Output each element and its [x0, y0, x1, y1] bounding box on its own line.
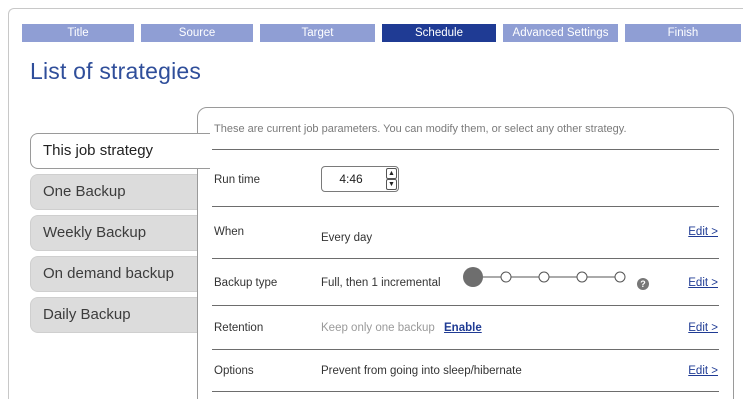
incremental-node [614, 271, 626, 283]
page-title: List of strategies [30, 58, 202, 84]
step-source-label: Source [178, 27, 216, 39]
divider [212, 258, 719, 259]
panel-intro-text: These are current job parameters. You ca… [214, 123, 627, 135]
wizard-steps: Title Source Target Schedule Advanced Se… [22, 24, 741, 42]
retention-value: Keep only one backup Enable [321, 322, 482, 334]
incremental-node [500, 271, 512, 283]
divider [212, 349, 719, 350]
strategy-on-demand-backup[interactable]: On demand backup [30, 256, 202, 292]
backup-type-label: Backup type [214, 277, 278, 289]
step-title-label: Title [67, 27, 89, 39]
help-icon[interactable]: ? [637, 278, 649, 290]
when-label: When [214, 226, 245, 238]
options-edit-link[interactable]: Edit > [688, 365, 718, 377]
step-finish-label: Finish [667, 27, 699, 39]
step-target-label: Target [301, 27, 334, 39]
options-label: Options [214, 365, 254, 377]
divider [212, 391, 719, 392]
step-finish[interactable]: Finish [625, 24, 741, 42]
when-edit-link[interactable]: Edit > [688, 226, 718, 238]
retention-enable-link[interactable]: Enable [444, 322, 482, 334]
step-advanced-settings-label: Advanced Settings [512, 27, 609, 39]
spin-down-button[interactable]: ▼ [386, 179, 397, 190]
backup-type-edit-link[interactable]: Edit > [688, 277, 718, 289]
backup-type-value: Full, then 1 incremental [321, 277, 441, 289]
incremental-node [576, 271, 588, 283]
run-time-value[interactable]: 4:46 [336, 172, 366, 186]
divider [212, 305, 719, 306]
step-schedule-label: Schedule [415, 27, 463, 39]
retention-text: Keep only one backup [321, 322, 435, 334]
incremental-node [538, 271, 550, 283]
step-title[interactable]: Title [22, 24, 134, 42]
options-value: Prevent from going into sleep/hibernate [321, 365, 522, 377]
strategy-daily-backup[interactable]: Daily Backup [30, 297, 202, 333]
strategy-details-panel: These are current job parameters. You ca… [197, 107, 734, 399]
spin-up-button[interactable]: ▲ [386, 168, 397, 179]
strategy-one-backup[interactable]: One Backup [30, 174, 202, 210]
run-time-label: Run time [214, 174, 261, 186]
full-backup-node [463, 267, 483, 287]
strategy-weekly-backup[interactable]: Weekly Backup [30, 215, 202, 251]
step-schedule[interactable]: Schedule [382, 24, 496, 42]
backup-chain-diagram [463, 267, 626, 287]
step-source[interactable]: Source [141, 24, 253, 42]
step-advanced-settings[interactable]: Advanced Settings [503, 24, 618, 42]
run-time-spinner[interactable]: 4:46 ▲ ▼ [321, 166, 399, 192]
retention-edit-link[interactable]: Edit > [688, 322, 718, 334]
retention-label: Retention [214, 322, 264, 334]
divider [212, 206, 719, 207]
when-value: Every day [321, 232, 373, 244]
step-target[interactable]: Target [260, 24, 375, 42]
strategy-this-job[interactable]: This job strategy [30, 133, 210, 169]
divider [212, 149, 719, 150]
